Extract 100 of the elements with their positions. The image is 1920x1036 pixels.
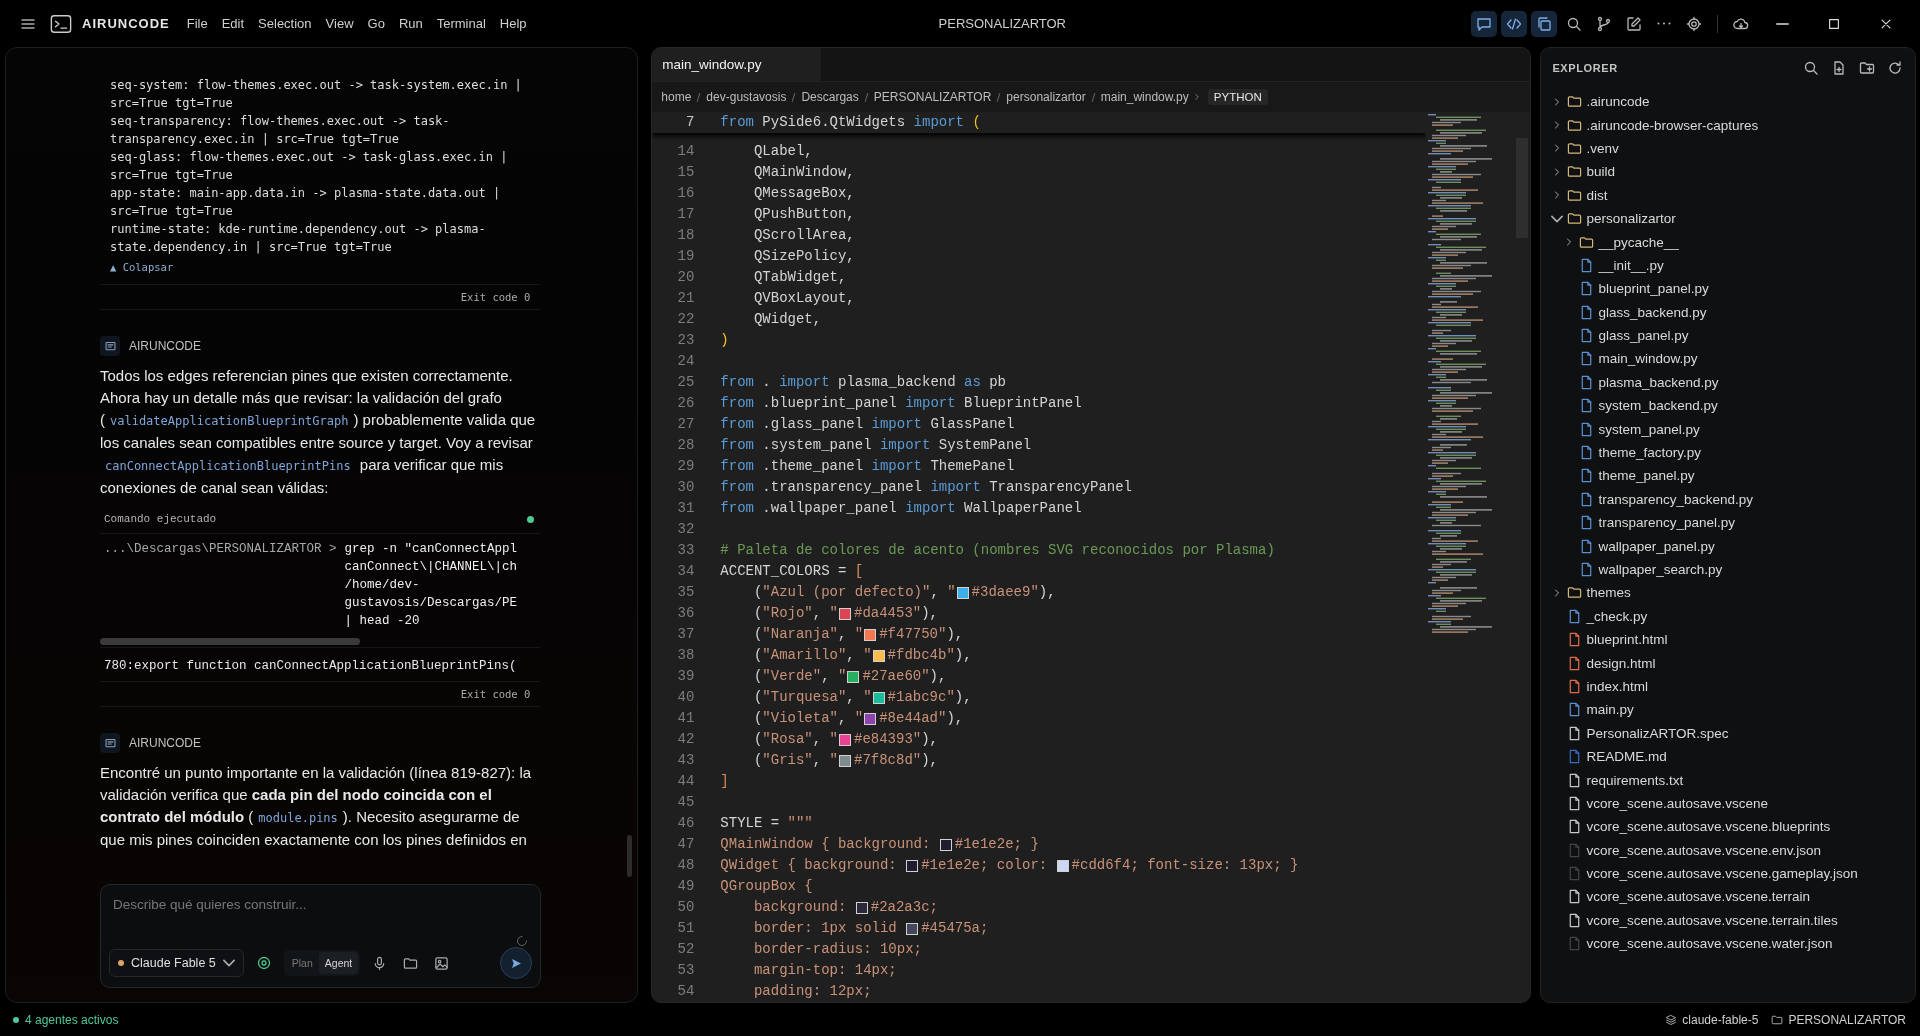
tree-item[interactable]: vcore_scene.autosave.vscene.water.json	[1541, 932, 1915, 956]
send-button[interactable]	[500, 947, 533, 979]
scrollbar-thumb[interactable]	[627, 835, 633, 877]
menu-item[interactable]: Help	[492, 12, 534, 35]
color-swatch[interactable]	[839, 607, 851, 620]
breadcrumb-item[interactable]: home	[661, 90, 692, 104]
tree-item[interactable]: system_panel.py	[1541, 417, 1915, 441]
tree-item[interactable]: blueprint.html	[1541, 628, 1915, 652]
tree-item[interactable]: wallpaper_search.py	[1541, 557, 1915, 582]
tree-item[interactable]: _check.py	[1541, 604, 1915, 628]
language-badge[interactable]: PYTHON	[1207, 89, 1268, 105]
line-number: 47	[676, 835, 695, 854]
breadcrumb-item[interactable]: PERSONALIZARTOR	[873, 90, 992, 104]
agents-status[interactable]: 4 agentes activos	[13, 1012, 119, 1027]
chat-button[interactable]	[1471, 10, 1497, 37]
code-button[interactable]	[1501, 10, 1527, 37]
tree-item[interactable]: design.html	[1541, 651, 1915, 675]
image-icon[interactable]	[434, 955, 450, 971]
app-name: AIRUNCODE	[82, 16, 170, 31]
tree-item[interactable]: personalizartor	[1541, 206, 1915, 231]
menu-item[interactable]: Selection	[251, 12, 319, 35]
color-swatch[interactable]	[872, 691, 885, 704]
tree-item[interactable]: vcore_scene.autosave.vscene.env.json	[1541, 838, 1915, 862]
color-swatch[interactable]	[1056, 859, 1069, 872]
tree-item[interactable]: glass_panel.py	[1541, 323, 1915, 348]
copy-button[interactable]	[1531, 10, 1557, 37]
folder-icon[interactable]	[403, 955, 419, 971]
collapse-link[interactable]: ▲ Colapsar	[110, 261, 174, 273]
tree-item[interactable]: vcore_scene.autosave.vscene.terrain.tiles	[1541, 908, 1915, 933]
breadcrumb-item[interactable]: Descargas	[801, 90, 859, 104]
mode-tab[interactable]: Agent	[318, 952, 359, 974]
color-swatch[interactable]	[839, 733, 851, 746]
breadcrumb-item[interactable]: dev-gustavosis	[706, 90, 787, 104]
line-number: 18	[676, 226, 695, 245]
tree-item[interactable]: vcore_scene.autosave.vscene.blueprints	[1541, 815, 1915, 839]
model-name[interactable]: claude-fable-5	[1682, 1012, 1759, 1027]
tree-item[interactable]: wallpaper_panel.py	[1541, 534, 1915, 558]
color-swatch[interactable]	[864, 628, 877, 641]
color-swatch[interactable]	[864, 712, 877, 725]
color-swatch[interactable]	[839, 754, 851, 767]
color-swatch[interactable]	[906, 859, 919, 872]
tree-item[interactable]: dist	[1541, 183, 1915, 207]
menu-item[interactable]: File	[179, 12, 215, 35]
tree-item[interactable]: .airuncode-browser-captures	[1541, 113, 1915, 137]
color-swatch[interactable]	[847, 670, 860, 683]
color-swatch[interactable]	[939, 838, 952, 851]
tree-item[interactable]: vcore_scene.autosave.vscene.gameplay.json	[1541, 861, 1915, 886]
tree-item[interactable]: transparency_panel.py	[1541, 511, 1915, 535]
tree-item[interactable]: PersonalizARTOR.spec	[1541, 721, 1915, 745]
tree-item[interactable]: blueprint_panel.py	[1541, 277, 1915, 301]
prompt-composer[interactable]: Describe qué quieres construir... Claude Fable 5 Plan Agent	[100, 884, 542, 988]
menu-item[interactable]: Go	[360, 12, 392, 35]
color-swatch[interactable]	[855, 901, 868, 914]
project-name[interactable]: PERSONALIZARTOR	[1788, 1012, 1906, 1027]
refresh-icon[interactable]	[1887, 60, 1903, 76]
line-number: 49	[676, 877, 695, 896]
mode-tab[interactable]: Plan	[285, 952, 319, 974]
color-swatch[interactable]	[872, 649, 885, 662]
color-swatch[interactable]	[906, 922, 919, 935]
tree-item[interactable]: theme_panel.py	[1541, 464, 1915, 488]
line-number: 54	[676, 982, 695, 1001]
line-number: 31	[676, 499, 695, 518]
target-icon[interactable]	[255, 955, 272, 971]
line-number: 23	[676, 331, 695, 350]
tree-item[interactable]: vcore_scene.autosave.vscene.terrain	[1541, 885, 1915, 909]
tree-item[interactable]: index.html	[1541, 674, 1915, 699]
menu-item[interactable]: Run	[391, 12, 430, 35]
tree-item[interactable]: .airuncode	[1541, 90, 1915, 114]
tree-item[interactable]: vcore_scene.autosave.vscene	[1541, 791, 1915, 816]
input-field[interactable]: Describe qué quieres construir...	[101, 885, 541, 947]
code-text: #7f8c8d"),	[854, 751, 938, 770]
editor-tab[interactable]: main_window.py	[652, 48, 822, 81]
cloud-icon	[1733, 15, 1749, 32]
scrollbar-thumb[interactable]	[100, 638, 360, 645]
tree-item[interactable]: build	[1541, 160, 1915, 184]
tree-item[interactable]: __pycache__	[1541, 230, 1915, 254]
tree-item[interactable]: themes	[1541, 581, 1915, 605]
tree-item[interactable]: glass_backend.py	[1541, 300, 1915, 324]
tree-item[interactable]: requirements.txt	[1541, 768, 1915, 792]
model-dropdown[interactable]: Claude Fable 5	[109, 949, 244, 977]
new-folder-icon[interactable]	[1859, 60, 1875, 76]
search-icon[interactable]	[1803, 60, 1819, 76]
new-file-icon[interactable]	[1831, 60, 1847, 76]
code-text: margin-top: 14px;	[752, 961, 897, 980]
tree-item[interactable]: theme_factory.py	[1541, 440, 1915, 465]
tree-item[interactable]: __init__.py	[1541, 253, 1915, 278]
tree-item[interactable]: main.py	[1541, 698, 1915, 722]
tree-item[interactable]: README.md	[1541, 744, 1915, 769]
tree-item[interactable]: main_window.py	[1541, 347, 1915, 371]
color-swatch[interactable]	[956, 586, 969, 599]
menu-item[interactable]: View	[318, 12, 361, 35]
tree-item[interactable]: system_backend.py	[1541, 394, 1915, 418]
menu-item[interactable]: Terminal	[429, 12, 493, 35]
tree-item[interactable]: transparency_backend.py	[1541, 487, 1915, 512]
breadcrumb-item[interactable]: personalizartor	[1006, 90, 1086, 104]
tree-item[interactable]: .venv	[1541, 136, 1915, 161]
tree-item[interactable]: plasma_backend.py	[1541, 370, 1915, 395]
breadcrumb-item[interactable]: main_window.py	[1100, 90, 1189, 104]
code-text: ("Violeta", "	[752, 709, 864, 728]
menu-item[interactable]: Edit	[214, 12, 252, 35]
